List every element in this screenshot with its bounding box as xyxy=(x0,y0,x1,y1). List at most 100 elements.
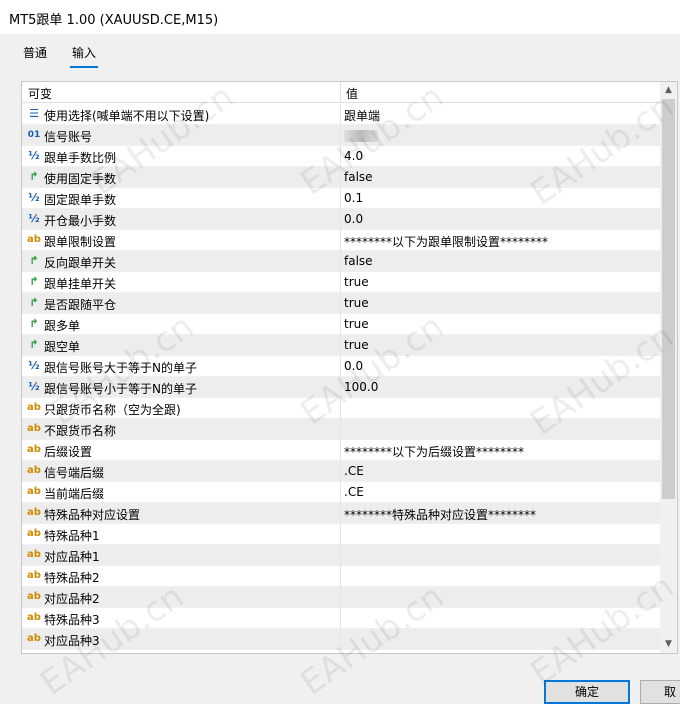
string-icon: ab xyxy=(27,465,41,476)
cell-divider xyxy=(340,356,341,377)
vertical-scrollbar[interactable]: ▲ ▼ xyxy=(660,82,677,653)
grid-rows: ☰ 使用选择(喊单端不用以下设置) 跟单端 01 信号账号 ½ 跟单手数比例 4.0 ↱ 使用固定… xyxy=(22,104,660,650)
table-row[interactable]: ↱ 跟多单 true xyxy=(22,314,660,335)
parameter-value[interactable]: false xyxy=(344,254,373,268)
parameter-name: 信号端后缀 xyxy=(44,466,105,480)
table-row[interactable]: ½ 固定跟单手数 0.1 xyxy=(22,188,660,209)
bool-icon: ↱ xyxy=(29,275,39,288)
table-row[interactable]: ab 信号端后缀 .CE xyxy=(22,461,660,482)
parameter-value[interactable]: true xyxy=(344,317,369,331)
column-header-value[interactable]: 值 xyxy=(346,85,358,102)
table-row[interactable]: ab 跟单限制设置 ********以下为跟单限制设置******** xyxy=(22,230,660,251)
table-row[interactable]: ab 对应品种3 xyxy=(22,629,660,650)
scroll-thumb[interactable] xyxy=(662,99,675,499)
table-row[interactable]: ½ 跟信号账号小于等于N的单子 100.0 xyxy=(22,377,660,398)
cell-divider xyxy=(340,230,341,251)
table-row[interactable]: ab 只跟货币名称（空为全跟) xyxy=(22,398,660,419)
string-icon: ab xyxy=(27,444,41,455)
parameter-value[interactable]: true xyxy=(344,296,369,310)
parameter-name: 后缀设置 xyxy=(44,445,93,459)
parameter-value[interactable]: false xyxy=(344,170,373,184)
grid-header: 可变 值 xyxy=(22,82,660,103)
table-row[interactable]: ↱ 跟单挂单开关 true xyxy=(22,272,660,293)
bool-icon: ↱ xyxy=(29,170,39,183)
table-row[interactable]: ½ 跟单手数比例 4.0 xyxy=(22,146,660,167)
parameter-value[interactable]: 0.0 xyxy=(344,359,363,373)
table-row[interactable]: ½ 开仓最小手数 0.0 xyxy=(22,209,660,230)
parameter-name: 是否跟随平仓 xyxy=(44,298,117,312)
tab-inputs[interactable]: 输入 xyxy=(70,44,99,68)
table-row[interactable]: ab 特殊品种对应设置 ********特殊品种对应设置******** xyxy=(22,503,660,524)
parameter-name: 使用固定手数 xyxy=(44,172,117,186)
string-icon: ab xyxy=(27,570,41,581)
cell-divider xyxy=(340,314,341,335)
parameter-value[interactable] xyxy=(344,128,378,142)
parameter-value[interactable]: 0.1 xyxy=(344,191,363,205)
cell-divider xyxy=(340,482,341,503)
scroll-up-icon[interactable]: ▲ xyxy=(660,82,677,99)
table-row[interactable]: ab 对应品种1 xyxy=(22,545,660,566)
title-bar: MT5跟单 1.00 (XAUUSD.CE,M15) xyxy=(0,0,680,34)
cell-divider xyxy=(340,188,341,209)
parameter-value[interactable]: ********以下为跟单限制设置******** xyxy=(344,233,548,250)
table-row[interactable]: ab 对应品种2 xyxy=(22,587,660,608)
cell-divider xyxy=(340,629,341,650)
scroll-down-icon[interactable]: ▼ xyxy=(660,636,677,653)
parameter-value[interactable]: true xyxy=(344,275,369,289)
parameter-name: 跟多单 xyxy=(44,319,81,333)
bool-icon: ↱ xyxy=(29,317,39,330)
table-row[interactable]: ab 当前端后缀 .CE xyxy=(22,482,660,503)
parameter-name: 跟单手数比例 xyxy=(44,151,117,165)
bool-icon: ↱ xyxy=(29,296,39,309)
parameter-value[interactable]: .CE xyxy=(344,464,364,478)
cell-divider xyxy=(340,377,341,398)
column-header-variable[interactable]: 可变 xyxy=(28,85,52,102)
string-icon: ab xyxy=(27,486,41,497)
int-icon: 01 xyxy=(27,130,41,140)
parameter-name: 特殊品种1 xyxy=(44,529,100,543)
tab-general[interactable]: 普通 xyxy=(21,44,49,61)
cell-divider xyxy=(340,524,341,545)
table-row[interactable]: ab 不跟货币名称 xyxy=(22,419,660,440)
table-row[interactable]: 01 信号账号 xyxy=(22,125,660,146)
parameter-name: 不跟货币名称 xyxy=(44,424,117,438)
parameter-value[interactable]: 0.0 xyxy=(344,212,363,226)
table-row[interactable]: ↱ 使用固定手数 false xyxy=(22,167,660,188)
table-row[interactable]: ab 特殊品种2 xyxy=(22,566,660,587)
parameter-value[interactable]: 4.0 xyxy=(344,149,363,163)
parameter-name: 跟信号账号小于等于N的单子 xyxy=(44,382,197,396)
column-divider[interactable] xyxy=(340,82,341,103)
table-row[interactable]: ab 特殊品种3 xyxy=(22,608,660,629)
string-icon: ab xyxy=(27,633,41,644)
parameter-value[interactable]: 100.0 xyxy=(344,380,378,394)
table-row[interactable]: ↱ 是否跟随平仓 true xyxy=(22,293,660,314)
parameter-value[interactable]: .CE xyxy=(344,485,364,499)
parameter-name: 特殊品种3 xyxy=(44,613,100,627)
table-row[interactable]: ½ 跟信号账号大于等于N的单子 0.0 xyxy=(22,356,660,377)
cancel-button[interactable]: 取 xyxy=(640,680,680,704)
parameter-name: 固定跟单手数 xyxy=(44,193,117,207)
ok-button[interactable]: 确定 xyxy=(544,680,630,704)
table-row[interactable]: ↱ 跟空单 true xyxy=(22,335,660,356)
parameter-name: 跟单限制设置 xyxy=(44,235,117,249)
double-icon: ½ xyxy=(28,149,40,162)
table-row[interactable]: ↱ 反向跟单开关 false xyxy=(22,251,660,272)
parameter-name: 对应品种2 xyxy=(44,592,100,606)
cell-divider xyxy=(340,608,341,629)
double-icon: ½ xyxy=(28,212,40,225)
parameter-name: 开仓最小手数 xyxy=(44,214,117,228)
cell-divider xyxy=(340,566,341,587)
cell-divider xyxy=(340,272,341,293)
parameter-value[interactable]: 跟单端 xyxy=(344,107,380,124)
parameter-value[interactable]: true xyxy=(344,338,369,352)
parameter-name: 当前端后缀 xyxy=(44,487,105,501)
cell-divider xyxy=(340,104,341,125)
table-row[interactable]: ☰ 使用选择(喊单端不用以下设置) 跟单端 xyxy=(22,104,660,125)
cell-divider xyxy=(340,146,341,167)
table-row[interactable]: ab 后缀设置 ********以下为后缀设置******** xyxy=(22,440,660,461)
cell-divider xyxy=(340,251,341,272)
parameter-value[interactable]: ********以下为后缀设置******** xyxy=(344,443,524,460)
double-icon: ½ xyxy=(28,359,40,372)
parameter-value[interactable]: ********特殊品种对应设置******** xyxy=(344,506,536,523)
table-row[interactable]: ab 特殊品种1 xyxy=(22,524,660,545)
